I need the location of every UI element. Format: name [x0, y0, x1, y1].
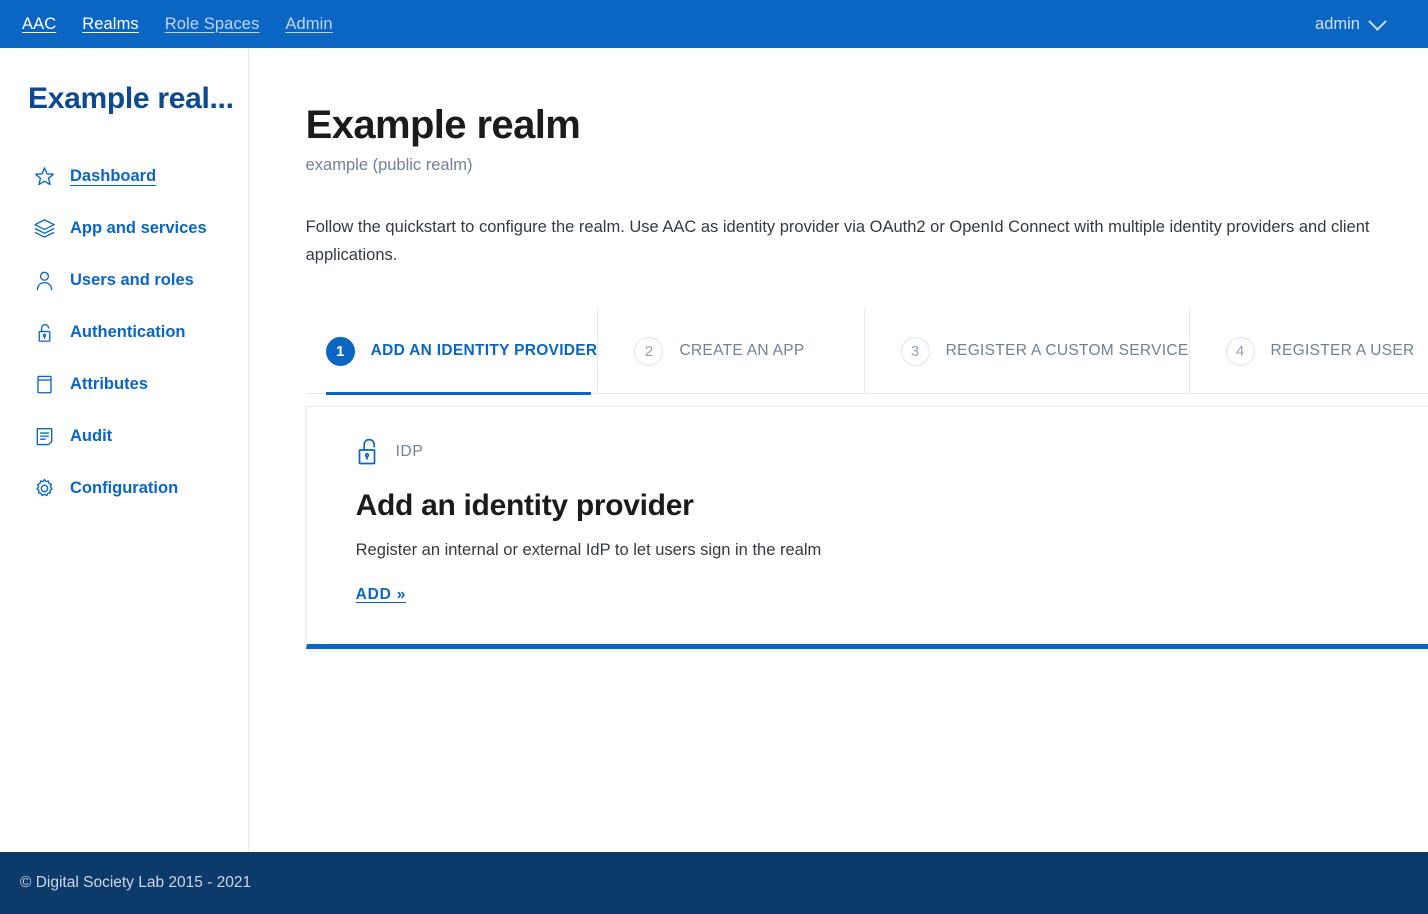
main-content: Example realm example (public realm) Fol…: [249, 48, 1428, 852]
step-number: 1: [325, 336, 355, 366]
nav-link-realms[interactable]: Realms: [82, 15, 139, 34]
sidebar-realm-title: Example real...: [28, 82, 234, 115]
sidebar-item-label: Dashboard: [70, 166, 157, 185]
star-icon: [32, 164, 56, 188]
page-title: Example realm: [305, 103, 581, 147]
sidebar-item-label: Authentication: [70, 322, 186, 341]
sidebar-item-label: Users and roles: [70, 270, 194, 289]
sidebar-item-configuration[interactable]: Configuration: [0, 462, 248, 514]
sidebar: Example real... Dashboard App and servic…: [0, 48, 249, 852]
document-icon: [32, 424, 56, 448]
step-label: ADD AN IDENTITY PROVIDER: [370, 342, 598, 360]
step-label: REGISTER A CUSTOM SERVICE: [945, 342, 1189, 360]
chevron-down-icon: [1368, 11, 1387, 31]
gear-icon: [32, 476, 56, 500]
sidebar-item-users-and-roles[interactable]: Users and roles: [0, 254, 248, 306]
sidebar-item-dashboard[interactable]: Dashboard: [0, 150, 248, 202]
step-tab-register-a-custom-service[interactable]: 3 REGISTER A CUSTOM SERVICE: [863, 309, 1189, 394]
unlock-icon: [356, 437, 382, 467]
footer-copyright: © Digital Society Lab 2015 - 2021: [20, 874, 252, 891]
step-label: CREATE AN APP: [679, 342, 805, 360]
card-kicker: IDP: [356, 437, 1405, 467]
sidebar-item-label: Configuration: [70, 478, 179, 497]
layers-icon: [32, 216, 56, 240]
nav-link-role-spaces[interactable]: Role Spaces: [165, 15, 260, 34]
unlock-icon: [32, 320, 56, 344]
sidebar-item-audit[interactable]: Audit: [0, 410, 248, 462]
user-menu-button[interactable]: admin: [1315, 11, 1408, 34]
sidebar-item-label: Audit: [70, 426, 113, 445]
step-tab-create-an-app[interactable]: 2 CREATE AN APP: [597, 309, 863, 394]
step-number: 2: [634, 336, 664, 366]
sidebar-item-label: App and services: [70, 218, 207, 237]
quickstart-stepper: 1 ADD AN IDENTITY PROVIDER 2 CREATE AN A…: [305, 309, 1428, 396]
step-number: 3: [900, 336, 930, 366]
card-add-link[interactable]: ADD »: [356, 586, 407, 604]
step-tab-add-an-identity-provider[interactable]: 1 ADD AN IDENTITY PROVIDER: [306, 309, 598, 396]
user-menu-label: admin: [1315, 14, 1360, 33]
quickstart-card: IDP Add an identity provider Register an…: [305, 406, 1428, 650]
sidebar-item-attributes[interactable]: Attributes: [0, 358, 248, 410]
sidebar-item-app-and-services[interactable]: App and services: [0, 202, 248, 254]
card-title: Add an identity provider: [355, 489, 694, 523]
database-icon: [32, 372, 56, 396]
step-tab-register-a-user[interactable]: 4 REGISTER A USER: [1188, 309, 1428, 394]
sidebar-nav-list: Dashboard App and services Users and rol…: [0, 150, 248, 514]
nav-link-aac[interactable]: AAC: [22, 15, 56, 34]
step-number: 4: [1225, 336, 1255, 366]
sidebar-item-authentication[interactable]: Authentication: [0, 306, 248, 358]
sidebar-item-label: Attributes: [70, 374, 148, 393]
user-icon: [32, 268, 56, 292]
page-body: Example real... Dashboard App and servic…: [0, 48, 1428, 852]
nav-link-admin[interactable]: Admin: [285, 15, 332, 34]
primary-nav: AAC Realms Role Spaces Admin: [22, 0, 333, 48]
top-navigation-bar: AAC Realms Role Spaces Admin admin: [0, 0, 1428, 48]
page-subtitle: example (public realm): [305, 156, 473, 174]
app-root: AAC Realms Role Spaces Admin admin Examp…: [0, 0, 1428, 914]
card-kicker-label: IDP: [395, 443, 424, 461]
step-label: REGISTER A USER: [1270, 342, 1415, 360]
page-footer: © Digital Society Lab 2015 - 2021: [0, 852, 1428, 914]
page-description: Follow the quickstart to configure the r…: [305, 218, 1370, 265]
card-description: Register an internal or external IdP to …: [355, 541, 822, 560]
